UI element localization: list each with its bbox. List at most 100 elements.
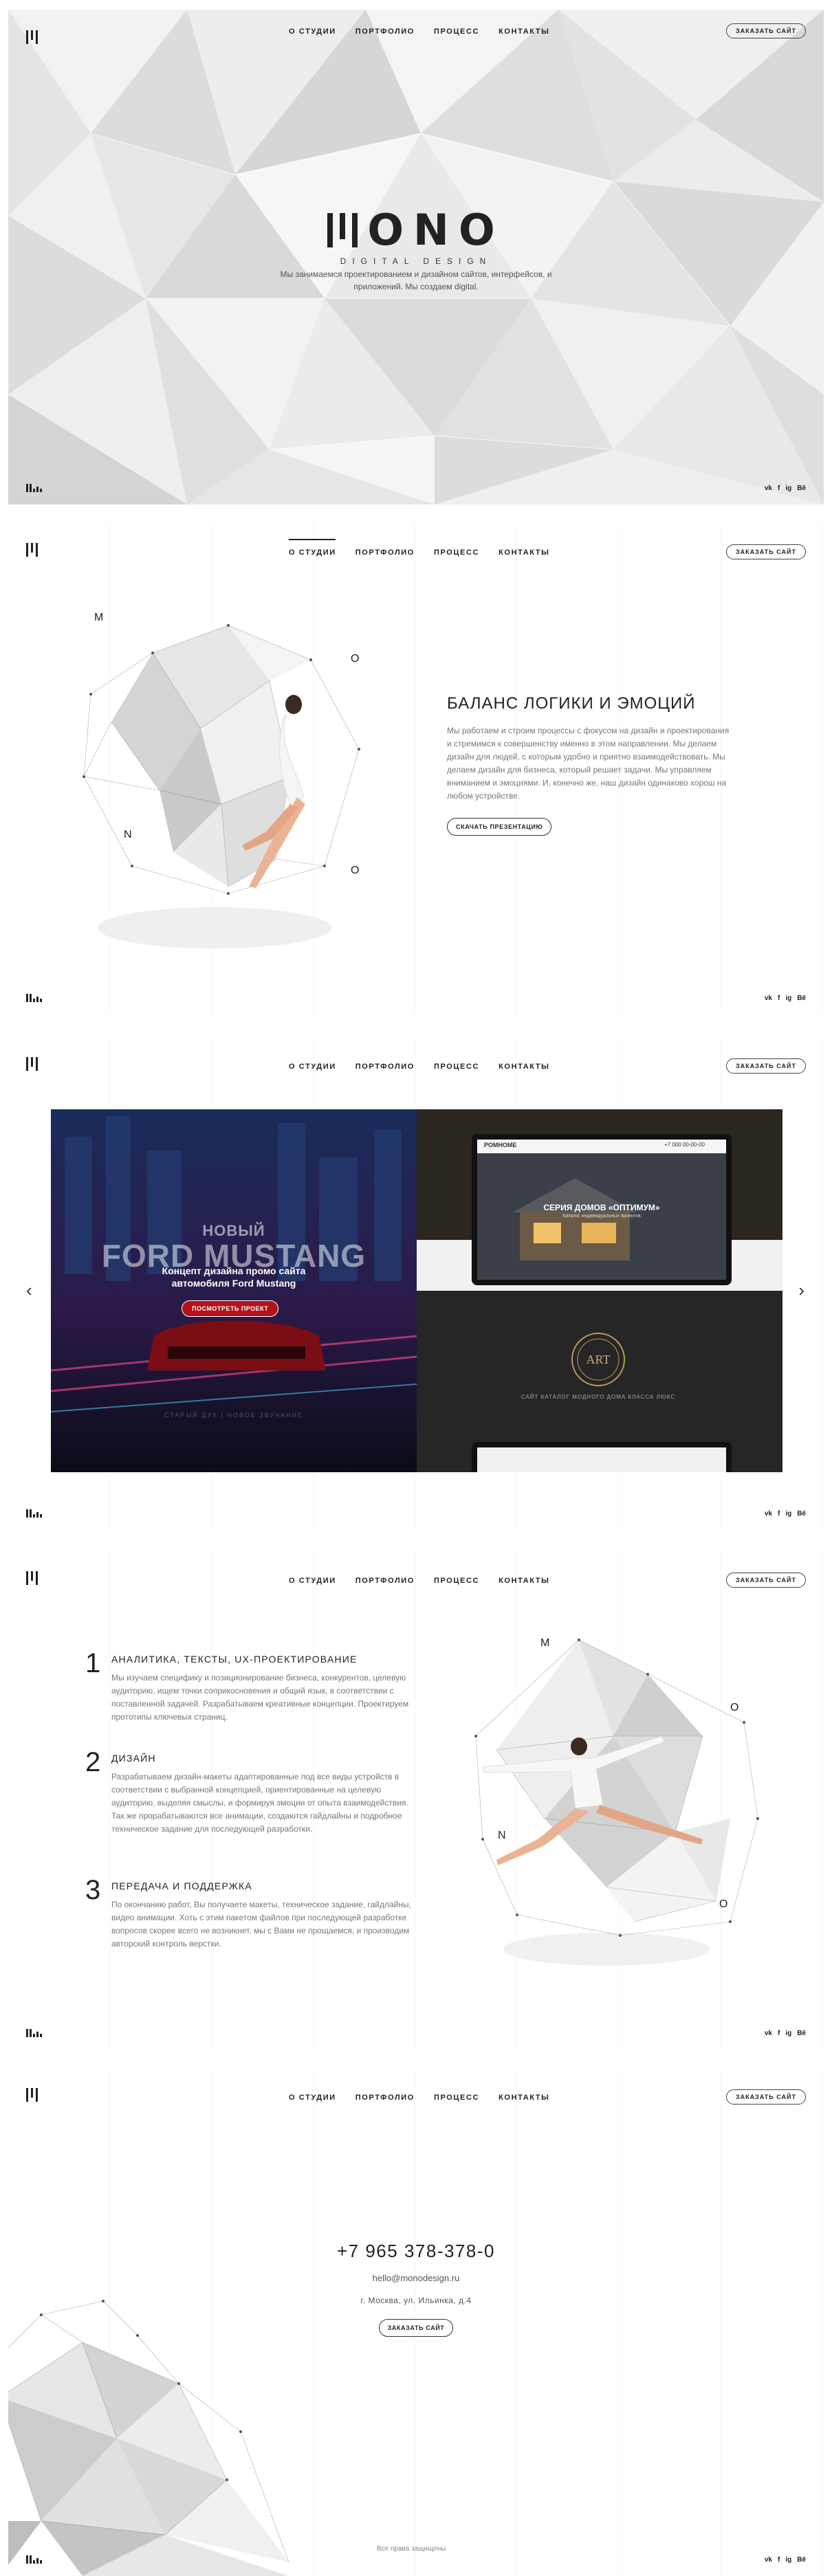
sound-icon[interactable] bbox=[26, 1509, 47, 1518]
behance-icon[interactable]: Bē bbox=[797, 2556, 806, 2564]
hero-brand: ONO DIGITAL DESIGN bbox=[8, 205, 824, 266]
hero-logo-word: ONO bbox=[8, 205, 824, 255]
dancer-polygon-illustration bbox=[83, 624, 360, 948]
order-site-button[interactable]: ЗАКАЗАТЬ САЙТ bbox=[725, 23, 806, 38]
nav-contacts[interactable]: КОНТАКТЫ bbox=[499, 2094, 549, 2102]
instagram-icon[interactable]: ig bbox=[785, 2030, 791, 2037]
step-title: АНАЛИТИКА, ТЕКСТЫ, UX-ПРОЕКТИРОВАНИЕ bbox=[111, 1654, 358, 1665]
art-caption: САЙТ КАТАЛОГ МОДНОГО ДОМА КЛАССА ЛЮКС bbox=[521, 1394, 676, 1400]
hero-section: О СТУДИИ ПОРТФОЛИО ПРОЦЕСС КОНТАКТЫ ЗАКА… bbox=[8, 10, 824, 504]
step-title: ДИЗАЙН bbox=[111, 1753, 156, 1764]
instagram-icon[interactable]: ig bbox=[785, 995, 791, 1002]
process-topbar: О СТУДИИ ПОРТФОЛИО ПРОЦЕСС КОНТАКТЫ ЗАКА… bbox=[8, 1551, 824, 1595]
facebook-icon[interactable]: f bbox=[778, 485, 780, 492]
slider-next-arrow-icon[interactable]: › bbox=[798, 1280, 804, 1301]
nav-about[interactable]: О СТУДИИ bbox=[289, 2094, 336, 2102]
nav-process[interactable]: ПРОЦЕСС bbox=[434, 1577, 479, 1585]
logo-icon[interactable] bbox=[26, 2088, 44, 2102]
houses-phone: +7 000 00-00-00 bbox=[664, 1142, 705, 1148]
facebook-icon[interactable]: f bbox=[778, 2030, 780, 2037]
logo-icon[interactable] bbox=[26, 1571, 44, 1585]
step-text: Мы изучаем специфику и позиционирование … bbox=[111, 1673, 409, 1722]
process-section: О СТУДИИ ПОРТФОЛИО ПРОЦЕСС КОНТАКТЫ ЗАКА… bbox=[8, 1551, 824, 2050]
houses-caption: Каталог индивидуальных проектов bbox=[562, 1214, 641, 1219]
instagram-icon[interactable]: ig bbox=[785, 1510, 791, 1518]
letter-m: M bbox=[94, 612, 104, 623]
slider-prev-arrow-icon[interactable]: ‹ bbox=[26, 1280, 32, 1301]
vk-icon[interactable]: vk bbox=[765, 2030, 772, 2037]
project-card-art[interactable]: ART САЙТ КАТАЛОГ МОДНОГО ДОМА КЛАССА ЛЮК… bbox=[417, 1291, 782, 1472]
order-site-button[interactable]: ЗАКАЗАТЬ САЙТ bbox=[725, 1573, 806, 1588]
contact-order-button[interactable]: ЗАКАЗАТЬ САЙТ bbox=[378, 2319, 454, 2337]
about-bottombar: vk f ig Bē bbox=[8, 987, 824, 1014]
logo-icon[interactable] bbox=[26, 543, 44, 557]
contacts-bottombar: vk f ig Bē bbox=[8, 2549, 824, 2576]
download-presentation-button[interactable]: СКАЧАТЬ ПРЕЗЕНТАЦИЮ bbox=[447, 818, 552, 836]
hero-logo-m-icon bbox=[327, 213, 363, 247]
nav-portfolio[interactable]: ПОРТФОЛИО bbox=[355, 1577, 415, 1585]
step-text: По окончанию работ, Вы получаете макеты,… bbox=[111, 1900, 411, 1948]
behance-icon[interactable]: Bē bbox=[797, 995, 806, 1002]
nav-portfolio[interactable]: ПОРТФОЛИО bbox=[355, 548, 415, 557]
behance-icon[interactable]: Bē bbox=[797, 1510, 806, 1518]
about-content: БАЛАНС ЛОГИКИ И ЭМОЦИЙ Мы работаем и стр… bbox=[447, 694, 736, 836]
vk-icon[interactable]: vk bbox=[765, 2556, 772, 2564]
nav-portfolio[interactable]: ПОРТФОЛИО bbox=[355, 2094, 415, 2102]
nav-contacts[interactable]: КОНТАКТЫ bbox=[499, 1577, 549, 1585]
sound-icon[interactable] bbox=[26, 994, 47, 1002]
social-links: vk f ig Bē bbox=[765, 995, 806, 1002]
main-nav: О СТУДИИ ПОРТФОЛИО ПРОЦЕСС КОНТАКТЫ bbox=[289, 539, 550, 557]
hero-description: Мы занимаемся проектированием и дизайном… bbox=[280, 269, 552, 291]
order-site-button[interactable]: ЗАКАЗАТЬ САЙТ bbox=[725, 544, 806, 559]
nav-about[interactable]: О СТУДИИ bbox=[289, 1063, 336, 1071]
nav-process[interactable]: ПРОЦЕСС bbox=[434, 2094, 479, 2102]
step-number: 3 bbox=[85, 1875, 101, 1905]
step-number: 2 bbox=[85, 1747, 101, 1777]
nav-about[interactable]: О СТУДИИ bbox=[289, 1577, 336, 1585]
letter-n: N bbox=[124, 829, 132, 841]
order-site-button[interactable]: ЗАКАЗАТЬ САЙТ bbox=[725, 1058, 806, 1074]
dancer-polygon-illustration-2 bbox=[474, 1639, 759, 1966]
about-description: Мы работаем и строим процессы с фокусом … bbox=[447, 726, 730, 801]
nav-contacts[interactable]: КОНТАКТЫ bbox=[499, 1063, 549, 1071]
view-project-button[interactable]: ПОСМОТРЕТЬ ПРОЕКТ bbox=[182, 1300, 279, 1317]
process-step-2: 2 ДИЗАЙН Разрабатываем дизайн-макеты ада… bbox=[85, 1747, 414, 1836]
contact-email[interactable]: hello@monodesign.ru bbox=[8, 2273, 824, 2283]
vk-icon[interactable]: vk bbox=[765, 1510, 772, 1518]
nav-about[interactable]: О СТУДИИ bbox=[289, 27, 336, 36]
letter-m: M bbox=[540, 1637, 550, 1649]
facebook-icon[interactable]: f bbox=[778, 995, 780, 1002]
nav-contacts[interactable]: КОНТАКТЫ bbox=[499, 27, 549, 36]
nav-portfolio[interactable]: ПОРТФОЛИО bbox=[355, 27, 415, 36]
nav-contacts[interactable]: КОНТАКТЫ bbox=[499, 548, 549, 557]
houses-background bbox=[417, 1109, 782, 1291]
sound-icon[interactable] bbox=[26, 484, 47, 492]
behance-icon[interactable]: Bē bbox=[797, 485, 806, 492]
logo-icon[interactable] bbox=[26, 30, 44, 44]
sound-icon[interactable] bbox=[26, 2555, 47, 2564]
contacts-section: О СТУДИИ ПОРТФОЛИО ПРОЦЕСС КОНТАКТЫ ЗАКА… bbox=[8, 2067, 824, 2576]
instagram-icon[interactable]: ig bbox=[785, 485, 791, 492]
houses-brand: РОМНОМЕ bbox=[484, 1142, 517, 1148]
nav-about[interactable]: О СТУДИИ bbox=[289, 539, 336, 557]
facebook-icon[interactable]: f bbox=[778, 1510, 780, 1518]
nav-portfolio[interactable]: ПОРТФОЛИО bbox=[355, 1063, 415, 1071]
behance-icon[interactable]: Bē bbox=[797, 2030, 806, 2037]
instagram-icon[interactable]: ig bbox=[785, 2556, 791, 2564]
logo-icon[interactable] bbox=[26, 1057, 44, 1071]
facebook-icon[interactable]: f bbox=[778, 2556, 780, 2564]
project-card-houses[interactable]: РОМНОМЕ +7 000 00-00-00 СЕРИЯ ДОМОВ «ОПТ… bbox=[417, 1109, 782, 1291]
project-card-mustang[interactable]: НОВЫЙ FORD MUSTANG Концепт дизайна промо… bbox=[51, 1109, 417, 1472]
order-site-button[interactable]: ЗАКАЗАТЬ САЙТ bbox=[725, 2089, 806, 2105]
letter-o-top: O bbox=[730, 1702, 739, 1713]
nav-process[interactable]: ПРОЦЕСС bbox=[434, 1063, 479, 1071]
contact-phone[interactable]: +7 965 378-378-0 bbox=[8, 2241, 824, 2262]
vk-icon[interactable]: vk bbox=[765, 485, 772, 492]
main-nav: О СТУДИИ ПОРТФОЛИО ПРОЦЕСС КОНТАКТЫ bbox=[289, 2094, 550, 2102]
social-links: vk f ig Bē bbox=[765, 2030, 806, 2037]
hero-logo-subtitle: DIGITAL DESIGN bbox=[340, 256, 492, 266]
sound-icon[interactable] bbox=[26, 2029, 47, 2037]
vk-icon[interactable]: vk bbox=[765, 995, 772, 1002]
nav-process[interactable]: ПРОЦЕСС bbox=[434, 27, 479, 36]
nav-process[interactable]: ПРОЦЕСС bbox=[434, 548, 479, 557]
